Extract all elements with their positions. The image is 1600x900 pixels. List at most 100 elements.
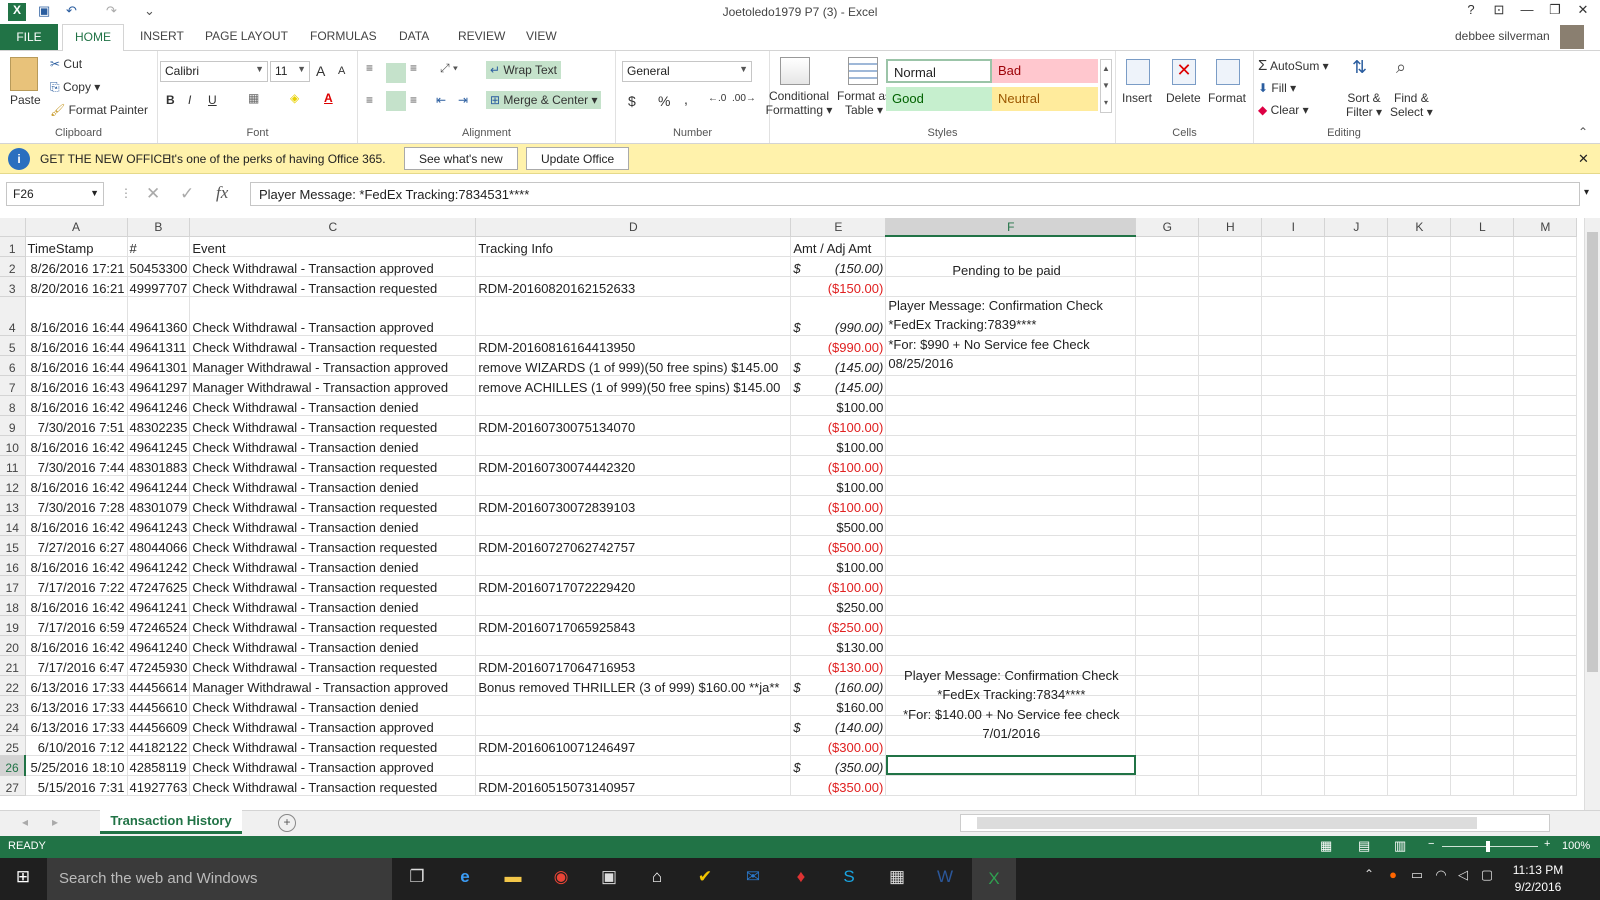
- home-icon[interactable]: ⌂: [644, 867, 670, 891]
- cell-amount[interactable]: $250.00: [790, 595, 887, 616]
- wrap-text-button[interactable]: ↵ Wrap Text: [486, 61, 561, 79]
- cell-f27[interactable]: [885, 775, 1137, 796]
- empty-cell[interactable]: [1261, 256, 1326, 277]
- cell-number[interactable]: 49641242: [127, 555, 191, 576]
- empty-cell[interactable]: [1387, 276, 1452, 297]
- empty-cell[interactable]: [1513, 276, 1578, 297]
- scrollbar-thumb[interactable]: [1587, 232, 1598, 672]
- add-sheet-button[interactable]: +: [278, 814, 296, 832]
- orientation-icon[interactable]: ⤢ ▾: [440, 61, 458, 76]
- row-header[interactable]: 3: [0, 276, 26, 297]
- empty-cell[interactable]: [1324, 755, 1389, 776]
- empty-cell[interactable]: [1135, 475, 1200, 496]
- empty-cell[interactable]: [1450, 375, 1515, 396]
- empty-cell[interactable]: [1387, 455, 1452, 476]
- empty-cell[interactable]: [1513, 335, 1578, 356]
- cell-f16[interactable]: [885, 555, 1137, 576]
- cell-timestamp[interactable]: 6/10/2016 7:12: [25, 735, 128, 756]
- row-header[interactable]: 13: [0, 495, 26, 516]
- empty-cell[interactable]: [1387, 755, 1452, 776]
- format-cells-icon[interactable]: [1216, 59, 1240, 85]
- empty-cell[interactable]: [1198, 355, 1263, 376]
- empty-cell[interactable]: [1324, 256, 1389, 277]
- empty-cell[interactable]: [1261, 355, 1326, 376]
- format-painter-button[interactable]: 🖌 Format Painter: [50, 103, 148, 117]
- cell-timestamp[interactable]: 8/16/2016 16:44: [25, 355, 128, 376]
- empty-cell[interactable]: [1450, 615, 1515, 636]
- row-header[interactable]: 17: [0, 575, 26, 596]
- cell-number[interactable]: 47246524: [127, 615, 191, 636]
- empty-cell[interactable]: [1198, 455, 1263, 476]
- cell-timestamp[interactable]: 8/16/2016 16:42: [25, 475, 128, 496]
- empty-cell[interactable]: [1135, 415, 1200, 436]
- cell-amount[interactable]: $100.00: [790, 475, 887, 496]
- cell-number[interactable]: #: [127, 236, 191, 257]
- chrome-icon[interactable]: ◉: [548, 867, 574, 891]
- next-sheet-icon[interactable]: ▸: [52, 815, 58, 829]
- game-icon[interactable]: ♦: [788, 867, 814, 891]
- empty-cell[interactable]: [1513, 555, 1578, 576]
- cell-timestamp[interactable]: 8/16/2016 16:44: [25, 296, 128, 336]
- cell-f24[interactable]: [885, 715, 1137, 736]
- empty-cell[interactable]: [1387, 515, 1452, 536]
- cell-amount[interactable]: $ (350.00): [790, 755, 887, 776]
- empty-cell[interactable]: [1513, 755, 1578, 776]
- align-top-icon[interactable]: ≡: [366, 61, 373, 75]
- empty-cell[interactable]: [1135, 495, 1200, 516]
- sort-filter-button[interactable]: Sort & Filter ▾: [1346, 91, 1382, 119]
- row-header[interactable]: 12: [0, 475, 26, 496]
- comma-button[interactable]: ,: [684, 91, 688, 107]
- norton-icon[interactable]: ✔: [692, 867, 718, 891]
- cell-event[interactable]: Manager Withdrawal - Transaction approve…: [189, 675, 477, 696]
- empty-cell[interactable]: [1198, 475, 1263, 496]
- zoom-slider-thumb[interactable]: [1486, 841, 1490, 852]
- empty-cell[interactable]: [1450, 775, 1515, 796]
- empty-cell[interactable]: [1135, 395, 1200, 416]
- sheet-tab-transaction-history[interactable]: Transaction History: [100, 810, 242, 834]
- empty-cell[interactable]: [1135, 256, 1200, 277]
- column-header-h[interactable]: H: [1198, 218, 1263, 237]
- empty-cell[interactable]: [1135, 555, 1200, 576]
- empty-cell[interactable]: [1450, 655, 1515, 676]
- empty-cell[interactable]: [1261, 335, 1326, 356]
- cell-event[interactable]: Manager Withdrawal - Transaction approve…: [189, 355, 477, 376]
- zoom-in-button[interactable]: +: [1544, 838, 1550, 850]
- empty-cell[interactable]: [1324, 355, 1389, 376]
- shrink-font-button[interactable]: A: [338, 65, 345, 77]
- empty-cell[interactable]: [1198, 735, 1263, 756]
- empty-cell[interactable]: [1135, 355, 1200, 376]
- grow-font-button[interactable]: A: [316, 63, 325, 79]
- delete-button[interactable]: Delete: [1166, 91, 1201, 105]
- empty-cell[interactable]: [1450, 355, 1515, 376]
- cell-timestamp[interactable]: 8/16/2016 16:44: [25, 335, 128, 356]
- zoom-slider[interactable]: [1442, 846, 1538, 847]
- cell-tracking[interactable]: RDM-20160717065925843: [475, 615, 792, 636]
- insert-function-icon[interactable]: fx: [216, 183, 228, 203]
- empty-cell[interactable]: [1513, 375, 1578, 396]
- cell-timestamp[interactable]: 8/16/2016 16:42: [25, 435, 128, 456]
- cell-f17[interactable]: [885, 575, 1137, 596]
- empty-cell[interactable]: [1450, 635, 1515, 656]
- cell-event[interactable]: Check Withdrawal - Transaction approved: [189, 755, 477, 776]
- update-tray-icon[interactable]: ●: [1380, 867, 1406, 891]
- empty-cell[interactable]: [1450, 335, 1515, 356]
- find-select-button[interactable]: Find & Select ▾: [1390, 91, 1433, 119]
- calculator-icon[interactable]: ▦: [884, 867, 910, 891]
- empty-cell[interactable]: [1261, 775, 1326, 796]
- cell-timestamp[interactable]: 5/25/2016 18:10: [25, 755, 128, 776]
- cell-tracking[interactable]: [475, 695, 792, 716]
- align-right-icon[interactable]: ≡: [410, 93, 417, 107]
- row-header[interactable]: 5: [0, 335, 26, 356]
- empty-cell[interactable]: [1450, 395, 1515, 416]
- empty-cell[interactable]: [1513, 355, 1578, 376]
- cell-f3[interactable]: [885, 276, 1137, 297]
- row-header[interactable]: 4: [0, 296, 26, 336]
- align-center-icon[interactable]: [386, 91, 406, 111]
- cell-event[interactable]: Check Withdrawal - Transaction denied: [189, 635, 477, 656]
- battery-icon[interactable]: ▭: [1404, 867, 1430, 891]
- cell-f8[interactable]: [885, 395, 1137, 416]
- cell-amount[interactable]: $100.00: [790, 395, 887, 416]
- empty-cell[interactable]: [1513, 675, 1578, 696]
- bold-button[interactable]: B: [166, 93, 175, 107]
- empty-cell[interactable]: [1135, 715, 1200, 736]
